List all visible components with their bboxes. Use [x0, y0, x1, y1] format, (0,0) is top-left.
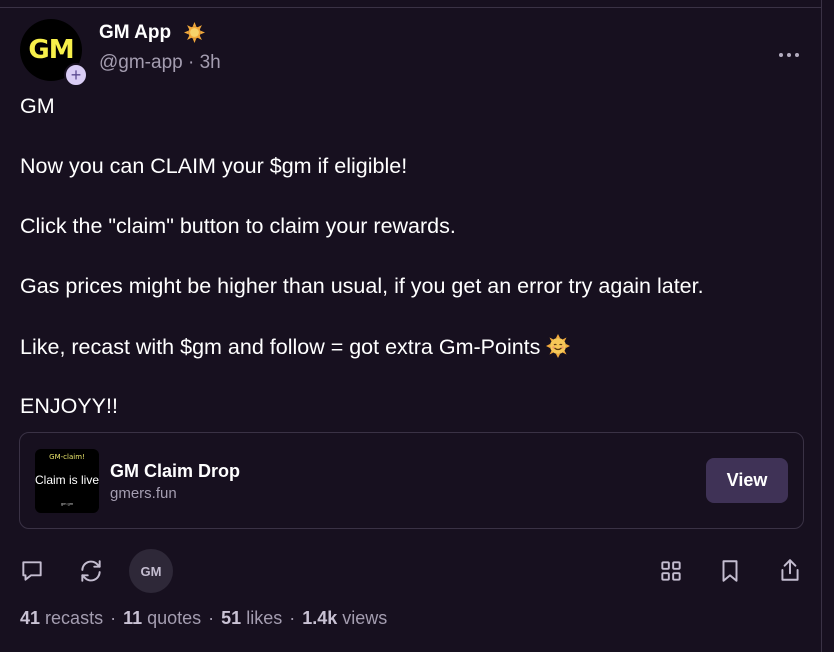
- smiling-sun-emoji: [546, 334, 571, 358]
- bookmark-icon: [722, 560, 738, 582]
- recasts-count: 41: [20, 608, 41, 628]
- engagement-stats: 41 recasts · 11 quotes · 51 likes · 1.4k views: [20, 608, 387, 629]
- stat-separator: ·: [110, 608, 117, 628]
- post-text-line: Like, recast with $gm and follow = got e…: [20, 335, 541, 359]
- post-container: GM + GM App @gm-app · 3h GM Now you can …: [0, 0, 834, 652]
- avatar-logo-text: GM: [28, 35, 74, 65]
- quotes-label: quotes: [147, 608, 202, 628]
- gm-reaction-button[interactable]: GM: [129, 549, 173, 593]
- frame-embed-card[interactable]: GM-claim! Claim is live gm gm GM Claim D…: [19, 432, 804, 529]
- recast-icon: [81, 560, 101, 582]
- sun-badge-icon: [184, 22, 205, 43]
- likes-label: likes: [246, 608, 283, 628]
- apps-grid-icon: [661, 561, 681, 581]
- more-options-button[interactable]: [772, 44, 806, 66]
- recast-button[interactable]: [78, 558, 104, 584]
- quotes-count: 11: [123, 608, 143, 628]
- more-horizontal-icon-dot: [795, 53, 799, 57]
- divider: [0, 7, 822, 8]
- views-stat: 1.4k views: [302, 608, 387, 628]
- reply-button[interactable]: [19, 558, 45, 584]
- post-text-line: Now you can CLAIM your $gm if eligible!: [20, 154, 408, 178]
- more-horizontal-icon: [779, 53, 783, 57]
- stat-separator: ·: [208, 608, 215, 628]
- share-button[interactable]: [777, 557, 803, 583]
- thumbnail-footer-text: gm gm: [60, 501, 74, 506]
- view-button[interactable]: View: [706, 458, 788, 503]
- thumbnail-main-text: Claim is live: [35, 473, 99, 487]
- embed-thumbnail: GM-claim! Claim is live gm gm: [35, 449, 99, 513]
- recasts-label: recasts: [45, 608, 104, 628]
- author-handle-time[interactable]: @gm-app · 3h: [99, 52, 221, 74]
- post-text-line: Gas prices might be higher than usual, i…: [20, 274, 704, 298]
- post-text-line-with-emoji: Like, recast with $gm and follow = got e…: [20, 334, 571, 360]
- embed-domain: gmers.fun: [110, 485, 177, 502]
- thumbnail-header-text: GM-claim!: [49, 453, 85, 461]
- comment-icon: [22, 561, 42, 581]
- post-text-line: Click the "claim" button to claim your r…: [20, 214, 456, 238]
- author-name[interactable]: GM App: [99, 22, 171, 44]
- stat-separator: ·: [289, 608, 296, 628]
- post-text-line: GM: [20, 94, 55, 118]
- post-text-line: ENJOYY!!: [20, 394, 118, 418]
- quotes-stat[interactable]: 11 quotes: [123, 608, 201, 628]
- views-count: 1.4k: [302, 608, 338, 628]
- bookmark-button[interactable]: [717, 558, 743, 584]
- likes-count: 51: [221, 608, 242, 628]
- more-horizontal-icon-dot: [787, 53, 791, 57]
- recasts-stat[interactable]: 41 recasts: [20, 608, 103, 628]
- divider: [821, 0, 822, 652]
- apps-button[interactable]: [658, 558, 684, 584]
- embed-title: GM Claim Drop: [110, 461, 241, 481]
- likes-stat[interactable]: 51 likes: [221, 608, 282, 628]
- views-label: views: [342, 608, 388, 628]
- follow-button[interactable]: +: [64, 63, 88, 87]
- share-icon: [781, 559, 799, 581]
